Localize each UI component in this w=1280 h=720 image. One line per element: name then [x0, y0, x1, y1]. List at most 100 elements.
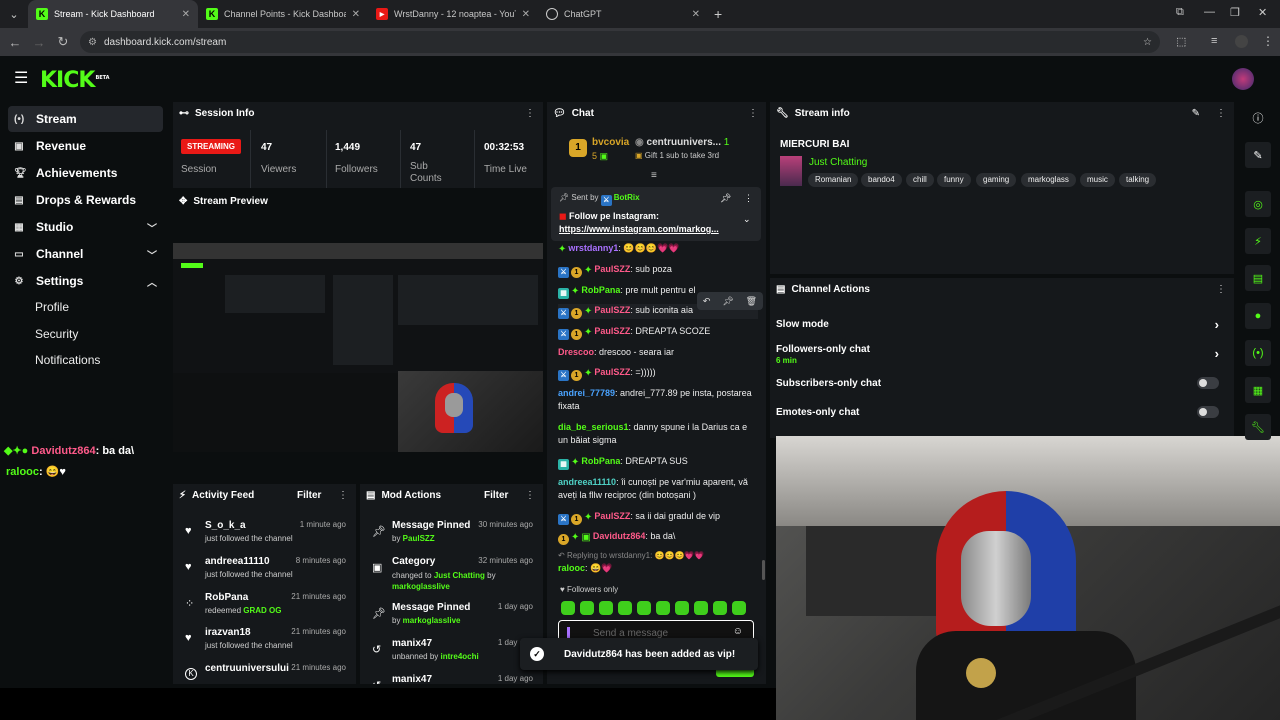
- more-options-icon[interactable]: ⋮: [1216, 284, 1226, 295]
- tag-chip[interactable]: chill: [906, 173, 934, 187]
- media-icon[interactable]: ≡: [1211, 35, 1217, 47]
- emote-icon[interactable]: [713, 601, 727, 615]
- reply-context[interactable]: ↶ Replying to wrstdanny1: 😊😊😊💗💗: [558, 549, 758, 562]
- sidebar-subitem-security[interactable]: Security: [35, 327, 78, 341]
- emoji-icon[interactable]: ☺: [733, 626, 743, 637]
- sidebar-item-revenue[interactable]: ▣ Revenue: [8, 133, 163, 159]
- activity-user[interactable]: irazvan18: [205, 627, 251, 638]
- more-options-icon[interactable]: ⋮: [525, 108, 535, 119]
- url-field[interactable]: ⚙ dashboard.kick.com/stream ☆: [80, 31, 1160, 53]
- sidebar-subitem-notifications[interactable]: Notifications: [35, 353, 100, 367]
- more-options-icon[interactable]: ⋮: [744, 193, 753, 204]
- close-tab-icon[interactable]: ✕: [352, 9, 360, 20]
- tab-stream-dashboard[interactable]: K Stream - Kick Dashboard ✕: [28, 0, 198, 28]
- new-tab-button[interactable]: +: [708, 6, 722, 22]
- close-tab-icon[interactable]: ✕: [692, 9, 700, 20]
- wrench-button[interactable]: 🔧︎: [1241, 413, 1275, 441]
- hamburger-menu-icon[interactable]: ☰: [14, 68, 28, 88]
- tag-chip[interactable]: talking: [1119, 173, 1157, 187]
- filter-button[interactable]: Filter: [297, 490, 321, 501]
- tag-chip[interactable]: markoglass: [1021, 173, 1076, 187]
- minimize-button[interactable]: —: [1204, 6, 1215, 18]
- info-button[interactable]: ⓘ: [1241, 104, 1275, 132]
- calendar-button[interactable]: ▦: [1241, 376, 1275, 404]
- pinned-sender[interactable]: BotRix: [614, 193, 640, 202]
- sidebar-item-stream[interactable]: (•) Stream: [8, 106, 163, 132]
- chat-username[interactable]: dia_be_serious1: [558, 422, 629, 432]
- filter-button[interactable]: Filter: [484, 490, 508, 501]
- emote-icon[interactable]: [618, 601, 632, 615]
- delete-icon[interactable]: 🗑︎: [746, 296, 757, 307]
- sidebar-item-drops[interactable]: ▤ Drops & Rewards: [8, 187, 163, 213]
- sidebar-item-achievements[interactable]: 🏆︎ Achievements: [8, 160, 163, 186]
- more-options-icon[interactable]: ⋮: [1216, 108, 1226, 119]
- emote-icon[interactable]: [675, 601, 689, 615]
- unpin-icon[interactable]: 📌︎: [720, 193, 731, 204]
- pin-icon[interactable]: 📌︎: [722, 296, 733, 307]
- category-name[interactable]: Just Chatting: [434, 571, 485, 580]
- mod-user[interactable]: markoglasslive: [392, 582, 450, 591]
- chat-username[interactable]: PaulSZZ: [594, 264, 630, 274]
- broadcast-button[interactable]: (•): [1241, 339, 1275, 367]
- browser-menu-icon[interactable]: ⋮: [1262, 34, 1274, 48]
- maximize-button[interactable]: ❐: [1230, 6, 1240, 19]
- sidebar-item-settings[interactable]: ⚙ Settings ︿: [8, 268, 163, 294]
- chat-button[interactable]: ●: [1241, 302, 1275, 330]
- sidebar-item-studio[interactable]: ▦ Studio ﹀: [8, 214, 163, 240]
- more-options-icon[interactable]: ⋮: [525, 490, 535, 501]
- mod-user[interactable]: intre4ochi: [441, 652, 479, 661]
- gift-slot[interactable]: ◉ centruunivers... 1: [635, 137, 729, 148]
- extensions-icon[interactable]: ⧉: [1176, 6, 1184, 19]
- emotes-only-toggle[interactable]: [1197, 406, 1219, 418]
- tab-channel-points[interactable]: K Channel Points - Kick Dashboard ✕: [198, 0, 368, 28]
- sidebar-item-channel[interactable]: ▭ Channel ﹀: [8, 241, 163, 267]
- stream-preview-video[interactable]: [173, 243, 543, 452]
- followers-only-row[interactable]: Followers-only chat 6 min ›: [776, 344, 1231, 366]
- extensions-puzzle-icon[interactable]: ⬚: [1176, 35, 1186, 48]
- close-tab-icon[interactable]: ✕: [182, 9, 190, 20]
- sidebar-subitem-profile[interactable]: Profile: [35, 300, 69, 314]
- chat-username[interactable]: andrei_77789: [558, 388, 615, 398]
- chat-username[interactable]: RobPana: [581, 285, 620, 295]
- profile-avatar[interactable]: [1235, 35, 1248, 48]
- tab-list-button[interactable]: ⌄: [0, 8, 28, 21]
- emote-icon[interactable]: [637, 601, 651, 615]
- forward-icon[interactable]: →: [27, 35, 51, 50]
- emote-icon[interactable]: [656, 601, 670, 615]
- slow-mode-row[interactable]: Slow mode ›: [776, 317, 1231, 332]
- activity-user[interactable]: RobPana: [205, 592, 248, 603]
- chat-username[interactable]: RobPana: [581, 456, 620, 466]
- chat-username[interactable]: PaulSZZ: [594, 511, 630, 521]
- chat-username[interactable]: PaulSZZ: [594, 326, 630, 336]
- edit-button[interactable]: ✎: [1241, 141, 1275, 169]
- bookmark-star-icon[interactable]: ☆: [1143, 37, 1152, 48]
- activity-user[interactable]: andreea11110: [205, 556, 270, 567]
- site-info-icon[interactable]: ⚙: [88, 37, 97, 48]
- chat-scrollbar[interactable]: [762, 560, 765, 580]
- mod-user[interactable]: markoglasslive: [403, 616, 461, 625]
- chat-username[interactable]: wrstdanny1: [568, 243, 618, 253]
- tag-chip[interactable]: Romanian: [808, 173, 859, 187]
- category-link[interactable]: Just Chatting: [809, 157, 867, 168]
- pinned-link[interactable]: https://www.instagram.com/markog...: [559, 224, 719, 234]
- back-icon[interactable]: ←: [3, 35, 27, 50]
- chevron-down-icon[interactable]: ⌄: [743, 214, 751, 225]
- tab-chatgpt[interactable]: ChatGPT ✕: [538, 0, 708, 28]
- chat-username[interactable]: Davidutz864: [593, 531, 646, 541]
- camera-button[interactable]: ◎: [1241, 190, 1275, 218]
- emote-icon[interactable]: [580, 601, 594, 615]
- tag-chip[interactable]: gaming: [976, 173, 1017, 187]
- tag-chip[interactable]: funny: [937, 173, 971, 187]
- user-avatar[interactable]: [1232, 68, 1254, 90]
- tag-chip[interactable]: music: [1080, 173, 1115, 187]
- chat-username[interactable]: andreea11110: [558, 477, 616, 487]
- chat-username[interactable]: Drescoo: [558, 347, 594, 357]
- close-tab-icon[interactable]: ✕: [522, 9, 530, 20]
- more-options-icon[interactable]: ⋮: [338, 490, 348, 501]
- chat-username[interactable]: PaulSZZ: [594, 367, 630, 377]
- more-options-icon[interactable]: ⋮: [748, 108, 758, 119]
- chat-username[interactable]: ralooc: [558, 563, 585, 573]
- chat-username[interactable]: PaulSZZ: [594, 305, 630, 315]
- edit-icon[interactable]: ✎: [1192, 108, 1200, 119]
- reply-icon[interactable]: ↶: [703, 296, 711, 307]
